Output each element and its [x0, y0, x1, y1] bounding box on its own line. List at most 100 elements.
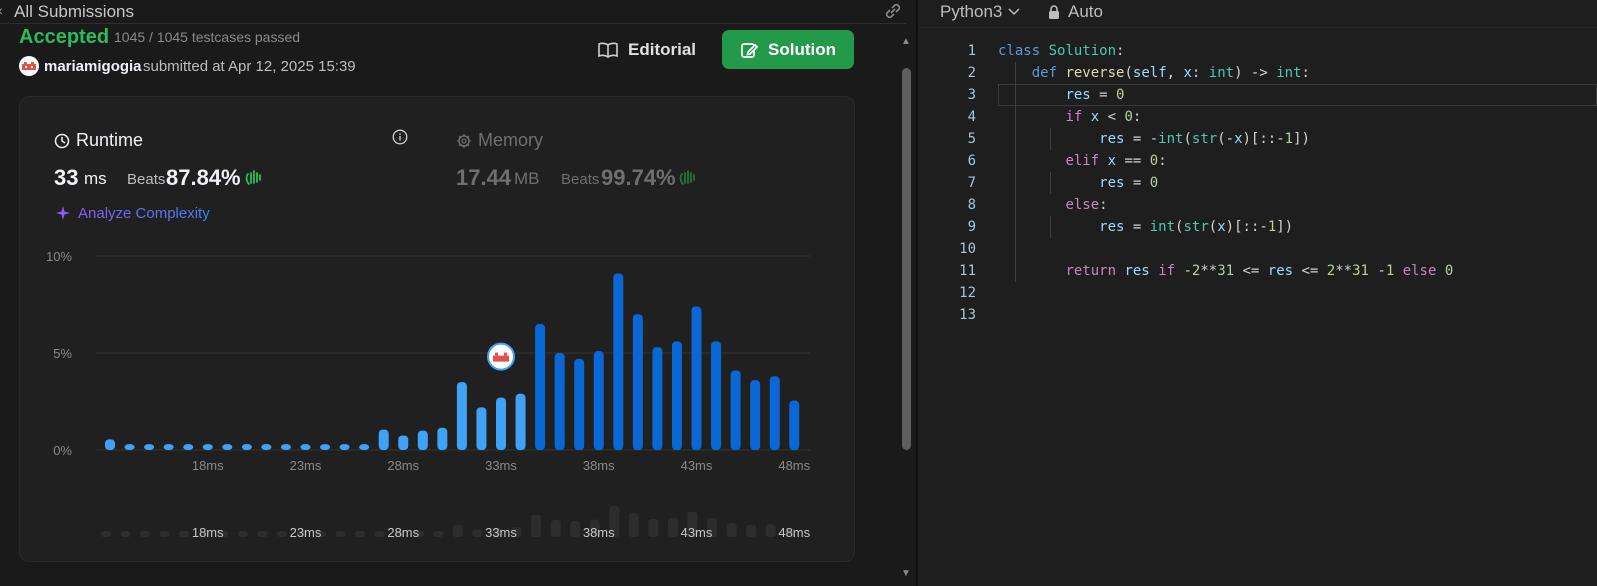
chart-bar	[769, 376, 780, 450]
mini-bar	[159, 531, 170, 537]
code-editor-panel: Python3 Auto 1 class Solution: 2 def reve…	[918, 0, 1597, 586]
chart-bar	[222, 444, 233, 450]
code-line: 11 return res if -2**31 <= res <= 2**31 …	[918, 260, 1597, 282]
chart-bar	[613, 273, 624, 450]
mini-x-tick-label: 18ms	[192, 525, 224, 540]
line-number: 4	[967, 109, 976, 125]
mini-x-tick-label: 43ms	[681, 525, 713, 540]
edit-icon	[741, 42, 758, 58]
chart-bar	[105, 439, 115, 450]
mini-bar	[355, 531, 366, 537]
code-line: 5 res = -int(str(-x)[::-1])	[918, 128, 1597, 150]
chart-bar	[476, 407, 487, 450]
user-marker-pixel	[493, 355, 509, 362]
chart-bar	[339, 444, 350, 450]
user-marker-pixel	[504, 352, 507, 356]
x-tick-label: 28ms	[387, 458, 419, 473]
line-number: 9	[967, 219, 976, 235]
code-line-current: 3 res = 0	[918, 84, 1597, 106]
chart-bar	[632, 314, 643, 450]
avatar[interactable]	[19, 56, 39, 76]
link-icon[interactable]	[882, 2, 904, 20]
solution-label: Solution	[768, 39, 836, 59]
mini-bar	[746, 524, 757, 537]
mini-bar	[550, 520, 561, 537]
chart-bar	[789, 400, 800, 450]
mini-bar	[237, 531, 248, 537]
mini-bar	[276, 531, 287, 537]
mini-bar	[570, 521, 581, 537]
chart-bar	[417, 430, 428, 450]
submission-panel: ‹ All Submissions Accepted 1045 / 1045 t…	[0, 0, 911, 586]
indent-guide	[1050, 216, 1051, 238]
scroll-up-arrow[interactable]: ▲	[901, 36, 911, 47]
mini-x-tick-label: 48ms	[778, 525, 810, 540]
code-line: 10	[918, 238, 1597, 260]
x-tick-label: 18ms	[192, 458, 224, 473]
chart-bar	[691, 306, 702, 450]
x-tick-label: 33ms	[485, 458, 517, 473]
book-icon	[598, 42, 618, 58]
line-number: 10	[959, 241, 976, 257]
mini-bar	[452, 525, 463, 537]
mini-bar	[648, 518, 659, 537]
mini-bar	[765, 524, 776, 537]
solution-button[interactable]: Solution	[722, 30, 854, 69]
code-line: 12	[918, 282, 1597, 304]
code-editor[interactable]: 1 class Solution: 2 def reverse(self, x: …	[918, 40, 1597, 586]
status-accepted: Accepted	[19, 26, 110, 48]
x-tick-label: 23ms	[290, 458, 322, 473]
back-arrow-icon[interactable]: ‹	[0, 2, 3, 18]
chart-bar	[750, 380, 761, 450]
x-tick-label: 38ms	[583, 458, 615, 473]
scrollbar-thumb[interactable]	[902, 68, 911, 450]
x-tick-label: 43ms	[681, 458, 713, 473]
chart-bar	[456, 382, 467, 450]
mini-bar	[140, 531, 151, 537]
chart-bar	[320, 444, 331, 450]
mode-label: Auto	[1068, 2, 1103, 21]
mini-bar	[433, 531, 444, 537]
editorial-button[interactable]: Editorial	[590, 32, 700, 68]
code-line: 13	[918, 304, 1597, 326]
line-number: 13	[959, 307, 976, 323]
y-tick-label: 10%	[46, 249, 72, 264]
chart-bar	[554, 353, 565, 450]
submitted-at: submitted at Apr 12, 2025 15:39	[143, 58, 356, 75]
chart-bar	[730, 370, 741, 450]
mini-bar	[472, 529, 483, 537]
chart-bar	[241, 444, 252, 450]
username[interactable]: mariamigogia	[44, 58, 142, 75]
chart-bar	[535, 323, 546, 450]
chart-bar	[280, 444, 291, 450]
code-line: 6 elif x == 0:	[918, 150, 1597, 172]
line-number: 7	[967, 175, 976, 191]
mini-x-tick-label: 23ms	[290, 525, 322, 540]
chevron-down-icon	[1008, 8, 1020, 16]
language-select[interactable]: Python3	[940, 2, 1020, 22]
chart-bar	[437, 427, 448, 450]
chart-bar	[515, 393, 526, 450]
all-submissions-link[interactable]: All Submissions	[14, 2, 134, 22]
mini-bar	[257, 531, 268, 537]
code-line: 4 if x < 0:	[918, 106, 1597, 128]
chart-bar	[261, 444, 272, 450]
code-line: 2 def reverse(self, x: int) -> int:	[918, 62, 1597, 84]
chart-bar	[144, 444, 155, 450]
auto-mode[interactable]: Auto	[1048, 2, 1103, 22]
line-number: 8	[967, 197, 976, 213]
indent-guide	[1050, 172, 1051, 194]
chart-bar	[124, 444, 135, 450]
mini-bar	[335, 531, 346, 537]
scroll-down-arrow[interactable]: ▼	[901, 568, 911, 579]
mini-bar	[726, 523, 737, 537]
mini-bar	[531, 514, 542, 537]
chart-bar	[163, 444, 174, 450]
chart-bar	[398, 435, 409, 450]
chart-bar	[652, 347, 663, 450]
chart-bar	[574, 358, 585, 450]
runtime-distribution-chart: 10% 5% 0% 18ms 23ms 28ms 33ms 38ms 43ms 48ms 18ms 2…	[46, 249, 811, 540]
code-line: 1 class Solution:	[918, 40, 1597, 62]
indent-guide	[1015, 62, 1016, 282]
x-tick-label: 48ms	[778, 458, 810, 473]
